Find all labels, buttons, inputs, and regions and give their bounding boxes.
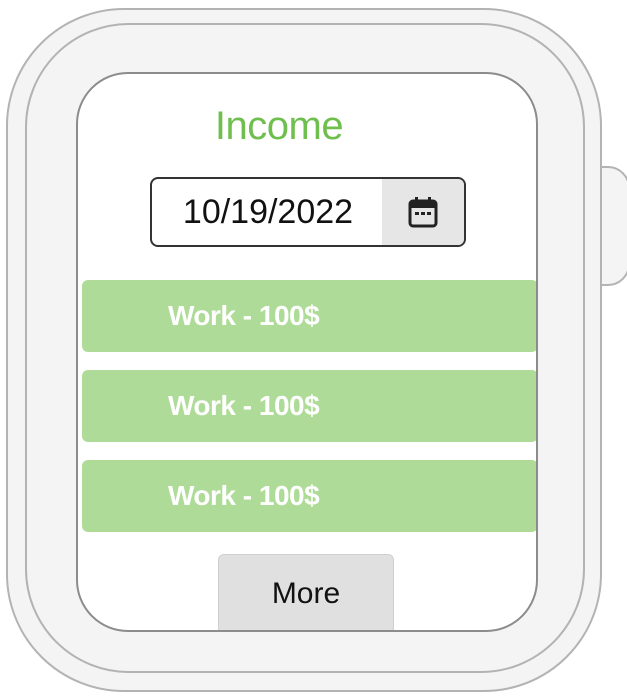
date-input[interactable]: 10/19/2022	[152, 179, 384, 245]
more-button[interactable]: More	[218, 554, 394, 630]
income-item[interactable]: Work - 100$	[82, 280, 536, 352]
smartwatch-frame: Income 10/19/2022 Work - 100$ Work - 100…	[0, 0, 627, 697]
watch-screen: Income 10/19/2022 Work - 100$ Work - 100…	[76, 72, 538, 632]
income-item[interactable]: Work - 100$	[82, 460, 536, 532]
calendar-button[interactable]	[382, 179, 464, 245]
income-item-label: Work - 100$	[168, 300, 320, 331]
income-item[interactable]: Work - 100$	[82, 370, 536, 442]
date-picker[interactable]: 10/19/2022	[150, 177, 466, 247]
page-title: Income	[214, 104, 344, 148]
calendar-icon	[408, 197, 438, 228]
income-item-label: Work - 100$	[168, 390, 320, 421]
income-item-label: Work - 100$	[168, 480, 320, 511]
